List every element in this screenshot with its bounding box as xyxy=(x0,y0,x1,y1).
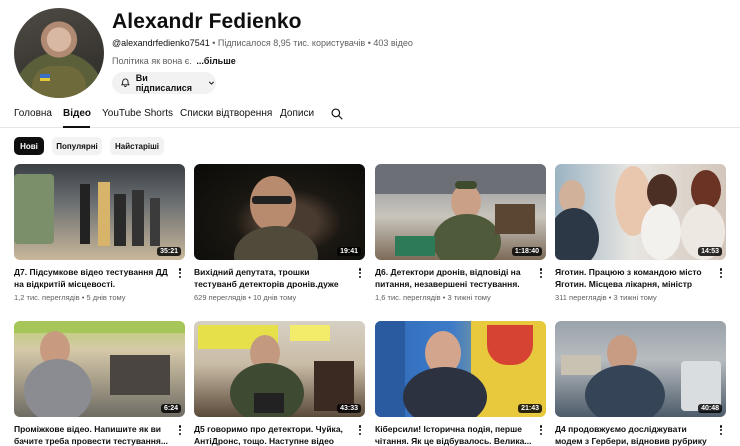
subscriber-count: Підписалося 8,95 тис. користувачів xyxy=(217,38,366,48)
more-vert-icon[interactable] xyxy=(177,424,183,435)
video-thumbnail[interactable]: 19:41 xyxy=(194,164,365,260)
video-thumbnail[interactable]: 35:21 xyxy=(14,164,185,260)
video-duration: 19:41 xyxy=(337,247,361,256)
more-vert-icon[interactable] xyxy=(538,267,544,278)
video-duration: 1:18:40 xyxy=(511,247,542,256)
more-vert-icon[interactable] xyxy=(357,267,363,278)
more-vert-icon[interactable] xyxy=(538,424,544,435)
channel-avatar[interactable] xyxy=(14,8,104,98)
channel-tabs: Головна Відео YouTube Shorts Списки відт… xyxy=(0,102,740,128)
video-card[interactable]: 19:41 Вихідний депутата, трошки тестуван… xyxy=(194,164,365,302)
video-meta: 311 переглядів • 3 тижні тому xyxy=(555,293,657,302)
video-card[interactable]: 43:33 Д5 говоримо про детектори. Чуйка, … xyxy=(194,321,365,446)
video-thumbnail[interactable]: 43:33 xyxy=(194,321,365,417)
tab-playlists[interactable]: Списки відтворення xyxy=(180,108,272,119)
video-card[interactable]: 14:53 Яготин. Працюю з командою місто Яг… xyxy=(555,164,726,302)
video-title[interactable]: Д6. Детектори дронів, відповіді на питан… xyxy=(375,266,535,290)
video-title[interactable]: Проміжкове відео. Напишите як ви бачите … xyxy=(14,423,174,446)
more-vert-icon[interactable] xyxy=(718,267,724,278)
description-text: Політика як вона є. xyxy=(112,56,192,66)
video-title[interactable]: Д5 говоримо про детектори. Чуйка, АнтіДр… xyxy=(194,423,354,446)
subscribed-button[interactable]: Ви підписалися xyxy=(112,72,216,94)
video-duration: 21:43 xyxy=(518,404,542,413)
video-thumbnail[interactable]: 40:48 xyxy=(555,321,726,417)
video-title[interactable]: Д4 продовжуємо досліджувати модем з Герб… xyxy=(555,423,715,446)
video-card[interactable]: 6:24 Проміжкове відео. Напишите як ви ба… xyxy=(14,321,185,446)
search-icon[interactable] xyxy=(330,107,344,121)
chip-new[interactable]: Нові xyxy=(14,137,44,155)
chip-popular[interactable]: Популярні xyxy=(52,137,102,155)
channel-handle: @alexandrfedienko7541 xyxy=(112,38,210,48)
video-card[interactable]: 35:21 Д7. Підсумкове відео тестування ДД… xyxy=(14,164,185,302)
video-thumbnail[interactable]: 21:43 xyxy=(375,321,546,417)
video-thumbnail[interactable]: 6:24 xyxy=(14,321,185,417)
channel-name: Alexandr Fedienko xyxy=(112,10,302,33)
more-vert-icon[interactable] xyxy=(357,424,363,435)
video-duration: 40:48 xyxy=(698,404,722,413)
video-meta: 1,2 тис. переглядів • 5 днів тому xyxy=(14,293,126,302)
video-thumbnail[interactable]: 1:18:40 xyxy=(375,164,546,260)
bell-icon xyxy=(120,78,130,88)
video-card[interactable]: 21:43 Кіберсили! Історична подія, перше … xyxy=(375,321,546,446)
video-duration: 35:21 xyxy=(157,247,181,256)
video-duration: 6:24 xyxy=(160,404,181,413)
more-vert-icon[interactable] xyxy=(718,424,724,435)
chip-oldest[interactable]: Найстаріші xyxy=(110,137,164,155)
video-title[interactable]: Вихідний депутата, трошки тестуванб дете… xyxy=(194,266,354,290)
more-link[interactable]: ...більше xyxy=(196,56,235,66)
video-card[interactable]: 1:18:40 Д6. Детектори дронів, відповіді … xyxy=(375,164,546,302)
active-tab-indicator xyxy=(63,126,90,128)
video-duration: 43:33 xyxy=(337,404,361,413)
video-meta: 629 переглядів • 10 днів тому xyxy=(194,293,297,302)
channel-header: Alexandr Fedienko @alexandrfedienko7541 … xyxy=(0,0,740,100)
chevron-down-icon xyxy=(208,81,215,85)
tab-shorts[interactable]: YouTube Shorts xyxy=(102,108,173,119)
tab-posts[interactable]: Дописи xyxy=(280,108,314,119)
channel-description[interactable]: Політика як вона є. ...більше xyxy=(112,56,236,66)
tab-home[interactable]: Головна xyxy=(14,108,52,119)
video-card[interactable]: 40:48 Д4 продовжуємо досліджувати модем … xyxy=(555,321,726,446)
video-title[interactable]: Д7. Підсумкове відео тестування ДД на ві… xyxy=(14,266,174,290)
subscribed-label: Ви підписалися xyxy=(135,73,192,93)
video-title[interactable]: Яготин. Працюю з командою місто Яготин. … xyxy=(555,266,715,290)
channel-meta: @alexandrfedienko7541 • Підписалося 8,95… xyxy=(112,38,413,48)
video-duration: 14:53 xyxy=(698,247,722,256)
tab-videos[interactable]: Відео xyxy=(63,108,91,119)
video-count: 403 відео xyxy=(373,38,413,48)
video-thumbnail[interactable]: 14:53 xyxy=(555,164,726,260)
more-vert-icon[interactable] xyxy=(177,267,183,278)
video-title[interactable]: Кіберсили! Історична подія, перше чітанн… xyxy=(375,423,535,446)
video-meta: 1,6 тис. переглядів • 3 тижні тому xyxy=(375,293,491,302)
